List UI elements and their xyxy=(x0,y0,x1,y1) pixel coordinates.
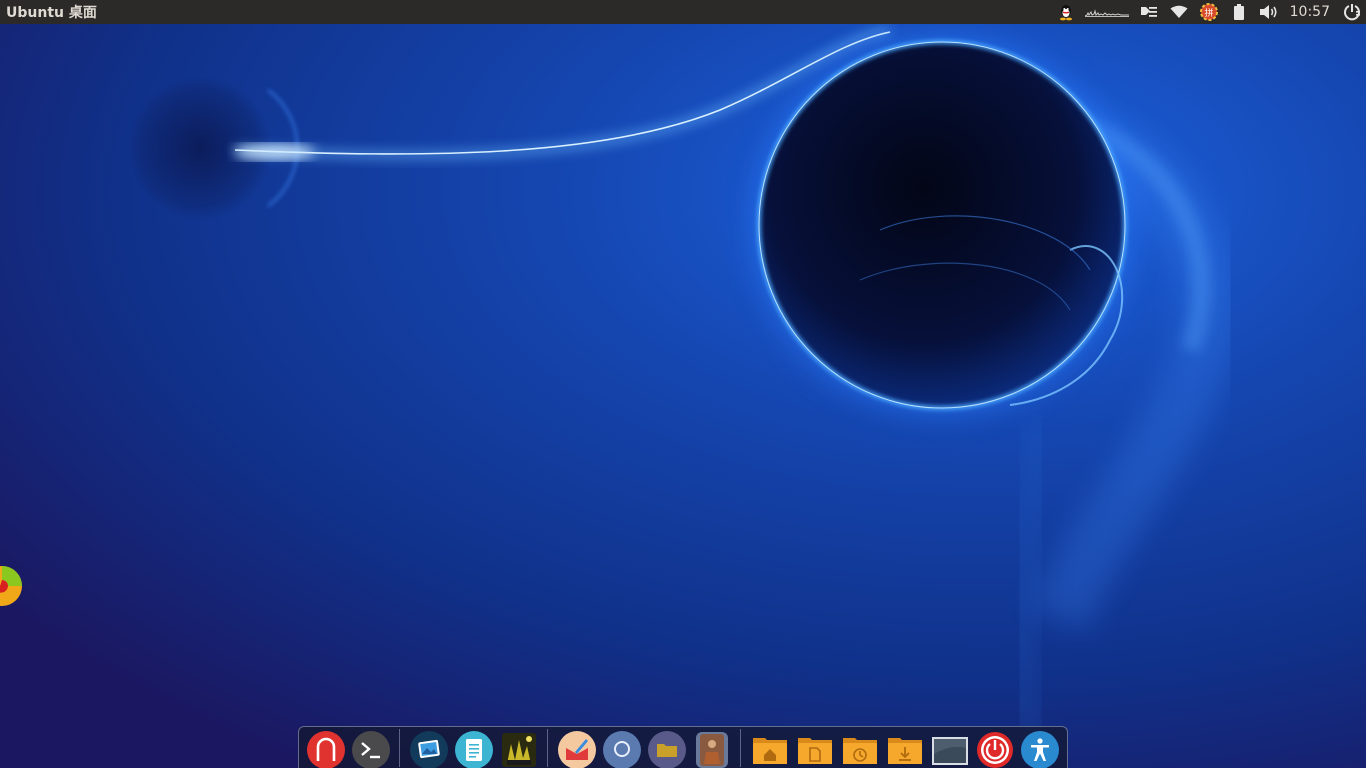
input-method-icon[interactable]: 拼 xyxy=(1194,0,1224,24)
dock-item-folder-app[interactable] xyxy=(647,730,687,768)
desktop-wallpaper xyxy=(0,0,1366,768)
dock xyxy=(298,726,1068,768)
app-launcher-icon xyxy=(307,731,345,768)
dock-item-home-folder[interactable] xyxy=(750,730,790,768)
dock-item-documents-folder[interactable] xyxy=(795,730,835,768)
system-monitor-graph-icon[interactable] xyxy=(1080,0,1134,24)
dock-separator xyxy=(740,729,741,767)
dock-item-app-launcher[interactable] xyxy=(306,730,346,768)
wifi-icon[interactable] xyxy=(1164,0,1194,24)
clock[interactable]: 10:57 xyxy=(1284,4,1338,20)
dock-item-downloads-folder[interactable] xyxy=(885,730,925,768)
dock-item-terminal[interactable] xyxy=(351,730,391,768)
qq-icon[interactable] xyxy=(1052,0,1080,24)
dock-item-photo-app[interactable] xyxy=(692,730,732,768)
photo-app-icon xyxy=(696,732,728,768)
desktop[interactable]: Ubuntu 桌面 拼 10:57 xyxy=(0,0,1366,768)
session-menu-icon[interactable] xyxy=(1338,0,1366,24)
game-icon xyxy=(502,733,536,767)
terminal-icon xyxy=(352,731,390,768)
dock-item-text-editor[interactable] xyxy=(454,730,494,768)
drawing-app-icon xyxy=(558,731,596,768)
volume-icon[interactable] xyxy=(1254,0,1284,24)
svg-text:拼: 拼 xyxy=(1204,7,1213,19)
dock-item-show-desktop[interactable] xyxy=(930,730,970,768)
dock-item-image-viewer[interactable] xyxy=(409,730,449,768)
floating-ball-widget[interactable] xyxy=(0,564,22,608)
top-panel: Ubuntu 桌面 拼 10:57 xyxy=(0,0,1366,24)
text-editor-icon xyxy=(455,731,493,768)
dock-item-accessibility[interactable] xyxy=(1020,730,1060,768)
search-icon xyxy=(603,731,641,768)
dock-item-game[interactable] xyxy=(499,730,539,768)
documents-folder-icon xyxy=(798,738,832,764)
window-title: Ubuntu 桌面 xyxy=(6,5,97,21)
folder-app-icon xyxy=(648,731,686,768)
show-desktop-icon xyxy=(932,737,968,765)
recent-folder-icon xyxy=(843,738,877,764)
dock-separator xyxy=(547,729,548,767)
indicator-area: 拼 10:57 xyxy=(1052,0,1366,24)
dock-item-drawing-app[interactable] xyxy=(557,730,597,768)
dock-item-search[interactable] xyxy=(602,730,642,768)
home-folder-icon xyxy=(753,738,787,764)
dock-item-power[interactable] xyxy=(975,730,1015,768)
power-icon xyxy=(977,732,1013,768)
image-viewer-icon xyxy=(410,731,448,768)
downloads-folder-icon xyxy=(888,738,922,764)
dock-item-recent-folder[interactable] xyxy=(840,730,880,768)
messaging-menu-icon[interactable] xyxy=(1134,0,1164,24)
accessibility-icon xyxy=(1021,731,1059,768)
battery-icon[interactable] xyxy=(1224,0,1254,24)
dock-separator xyxy=(399,729,400,767)
